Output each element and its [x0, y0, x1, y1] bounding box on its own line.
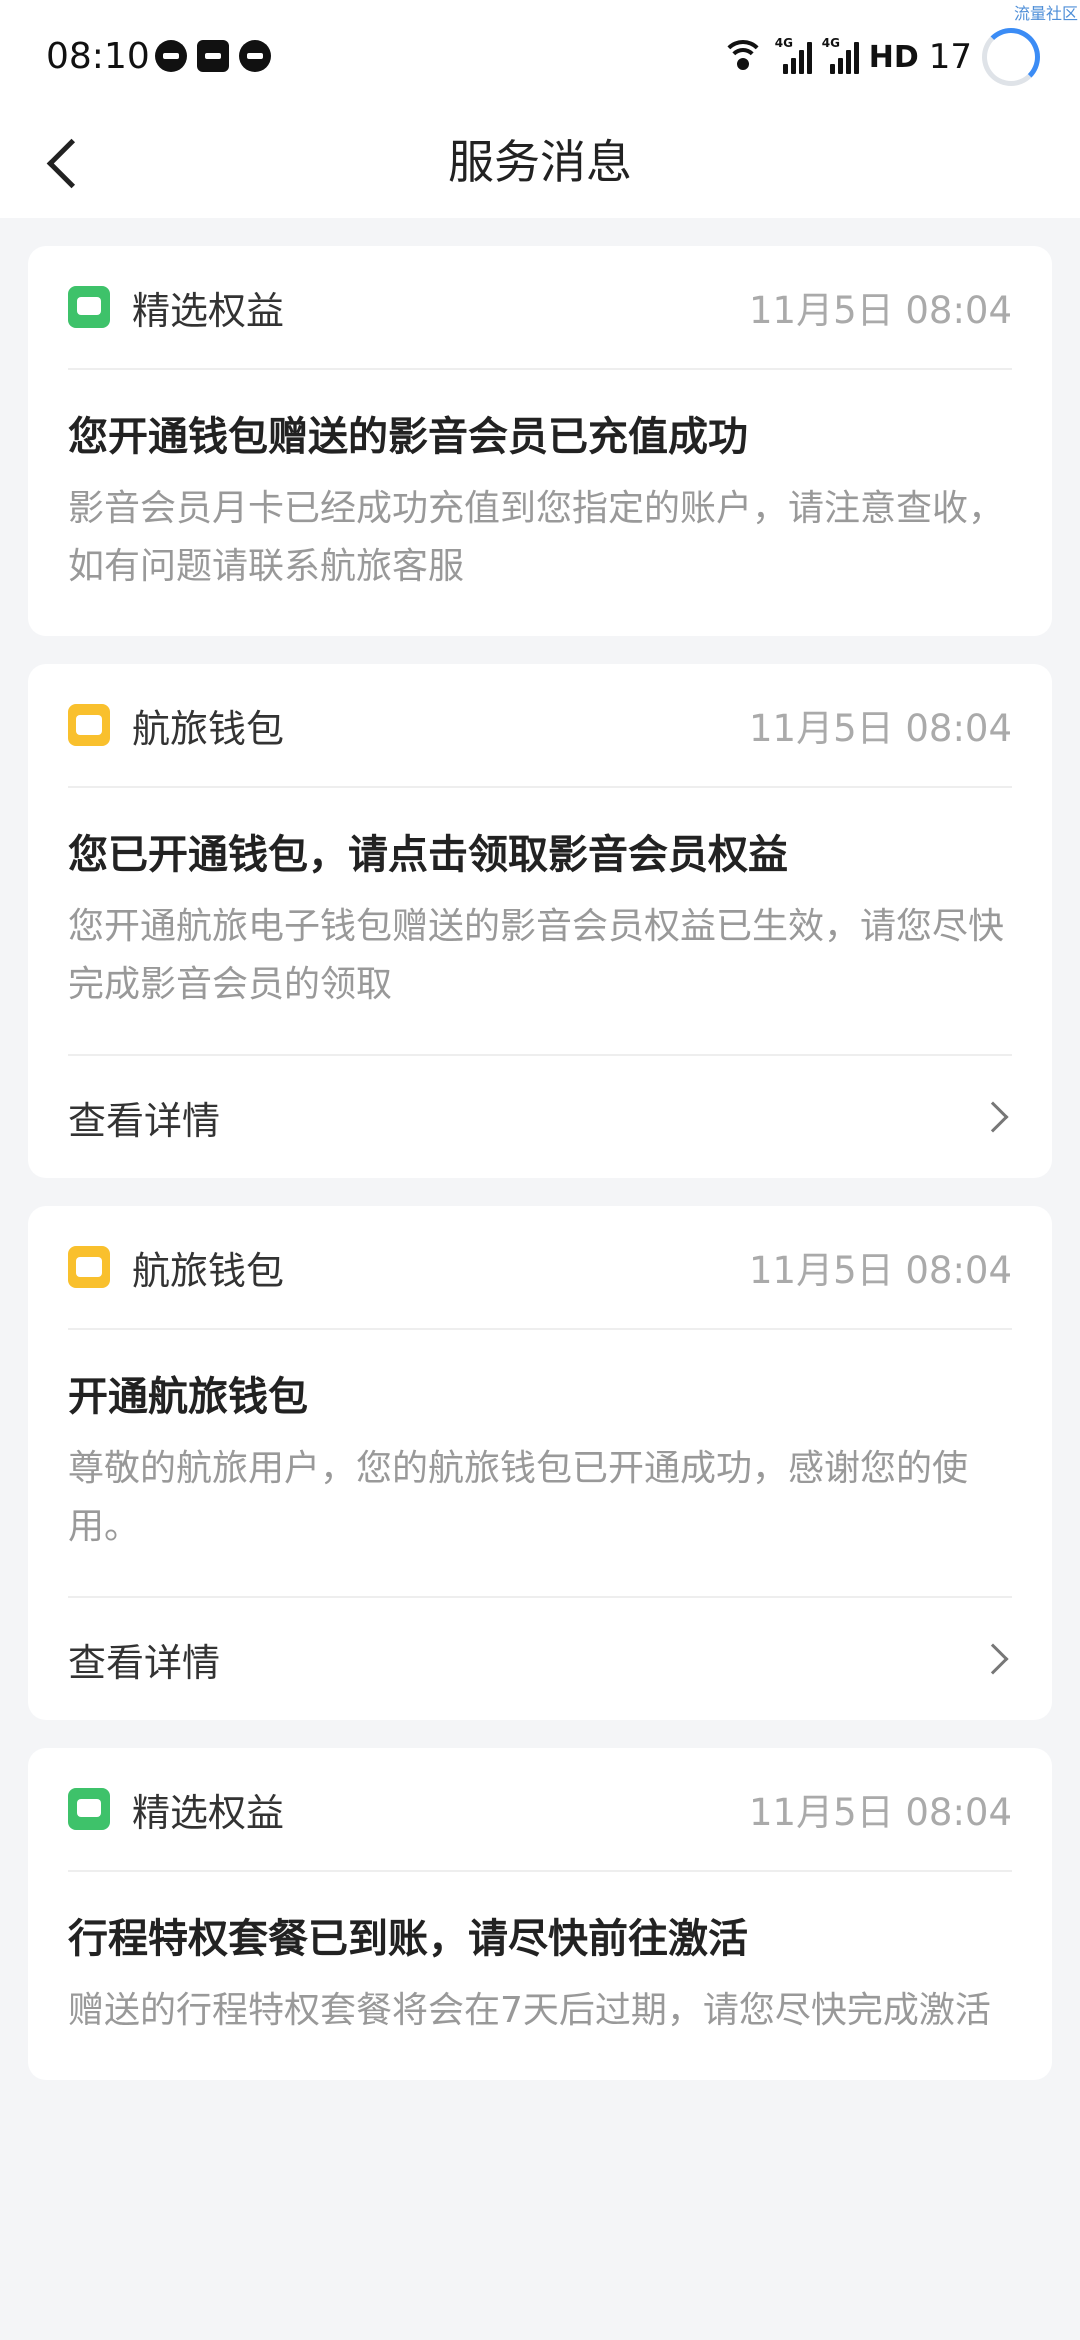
message-icon	[155, 40, 187, 72]
message-text: 影音会员月卡已经成功充值到您指定的账户，请注意查收，如有问题请联系航旅客服	[68, 488, 1005, 587]
message-text: 您开通航旅电子钱包赠送的影音会员权益已生效，请您尽快完成影音会员的领取	[68, 906, 1005, 1005]
card-body: 行程特权套餐已到账，请尽快前往激活 赠送的行程特权套餐将会在7天后过期，请您尽快…	[68, 1872, 1012, 2080]
view-details-button[interactable]: 查看详情	[68, 1054, 1012, 1178]
card-body: 您已开通钱包，请点击领取影音会员权益 您开通航旅电子钱包赠送的影音会员权益已生效…	[68, 788, 1012, 1054]
view-details-label: 查看详情	[68, 1098, 221, 1143]
card-header: 航旅钱包 11月5日 08:04	[68, 664, 1012, 788]
card-body: 开通航旅钱包 尊敬的航旅用户，您的航旅钱包已开通成功，感谢您的使用。	[68, 1330, 1012, 1596]
hd-label: HD	[868, 39, 919, 75]
message-text: 赠送的行程特权套餐将会在7天后过期，请您尽快完成激活	[68, 1990, 991, 2031]
message-title: 您已开通钱包，请点击领取影音会员权益	[68, 832, 788, 878]
chevron-right-icon	[977, 1101, 1009, 1133]
page-title: 服务消息	[448, 135, 632, 189]
card-body: 您开通钱包赠送的影音会员已充值成功 影音会员月卡已经成功充值到您指定的账户，请注…	[68, 370, 1012, 636]
battery-level: 17	[928, 37, 972, 77]
source-name: 精选权益	[132, 288, 285, 333]
card-header: 精选权益 11月5日 08:04	[68, 1748, 1012, 1872]
status-right: 4G 4G HD 17	[720, 28, 1040, 86]
wifi-icon	[720, 40, 765, 74]
message-list: 精选权益 11月5日 08:04 您开通钱包赠送的影音会员已充值成功 影音会员月…	[28, 246, 1052, 2108]
green-chat-icon	[68, 1788, 110, 1830]
card-header: 精选权益 11月5日 08:04	[68, 246, 1012, 370]
signal-icon-1: 4G	[775, 36, 812, 74]
watermark: 流量社区	[1013, 4, 1078, 23]
app-icon	[239, 40, 271, 72]
message-card[interactable]: 精选权益 11月5日 08:04 您开通钱包赠送的影音会员已充值成功 影音会员月…	[28, 246, 1052, 636]
message-title: 行程特权套餐已到账，请尽快前往激活	[68, 1916, 748, 1962]
source-name: 航旅钱包	[132, 706, 285, 751]
network-type-label: 4G	[774, 36, 793, 50]
message-time: 11月5日 08:04	[748, 1249, 1012, 1292]
card-header: 航旅钱包 11月5日 08:04	[68, 1206, 1012, 1330]
message-time: 11月5日 08:04	[748, 289, 1012, 332]
status-time: 08:10	[46, 36, 150, 77]
message-title: 开通航旅钱包	[68, 1374, 308, 1420]
status-bar: 08:10 4G 4G HD 17 流量社区	[0, 0, 1080, 110]
gallery-icon	[197, 40, 229, 72]
view-details-label: 查看详情	[68, 1640, 221, 1685]
battery-ring-icon	[982, 28, 1040, 86]
green-chat-icon	[68, 286, 110, 328]
yellow-wallet-icon	[68, 704, 110, 746]
chevron-right-icon	[977, 1643, 1009, 1675]
network-type-label: 4G	[821, 36, 840, 50]
signal-icon-2: 4G	[822, 36, 859, 74]
nav-bar: 服务消息	[0, 110, 1080, 218]
message-title: 您开通钱包赠送的影音会员已充值成功	[68, 414, 748, 460]
message-card[interactable]: 航旅钱包 11月5日 08:04 您已开通钱包，请点击领取影音会员权益 您开通航…	[28, 664, 1052, 1178]
view-details-button[interactable]: 查看详情	[68, 1596, 1012, 1720]
message-text: 尊敬的航旅用户，您的航旅钱包已开通成功，感谢您的使用。	[68, 1448, 969, 1547]
source-name: 精选权益	[132, 1790, 285, 1835]
message-time: 11月5日 08:04	[748, 707, 1012, 750]
source-name: 航旅钱包	[132, 1248, 285, 1293]
notification-icons	[155, 40, 271, 72]
yellow-wallet-icon	[68, 1246, 110, 1288]
message-time: 11月5日 08:04	[748, 1791, 1012, 1834]
message-card[interactable]: 精选权益 11月5日 08:04 行程特权套餐已到账，请尽快前往激活 赠送的行程…	[28, 1748, 1052, 2080]
message-card[interactable]: 航旅钱包 11月5日 08:04 开通航旅钱包 尊敬的航旅用户，您的航旅钱包已开…	[28, 1206, 1052, 1720]
